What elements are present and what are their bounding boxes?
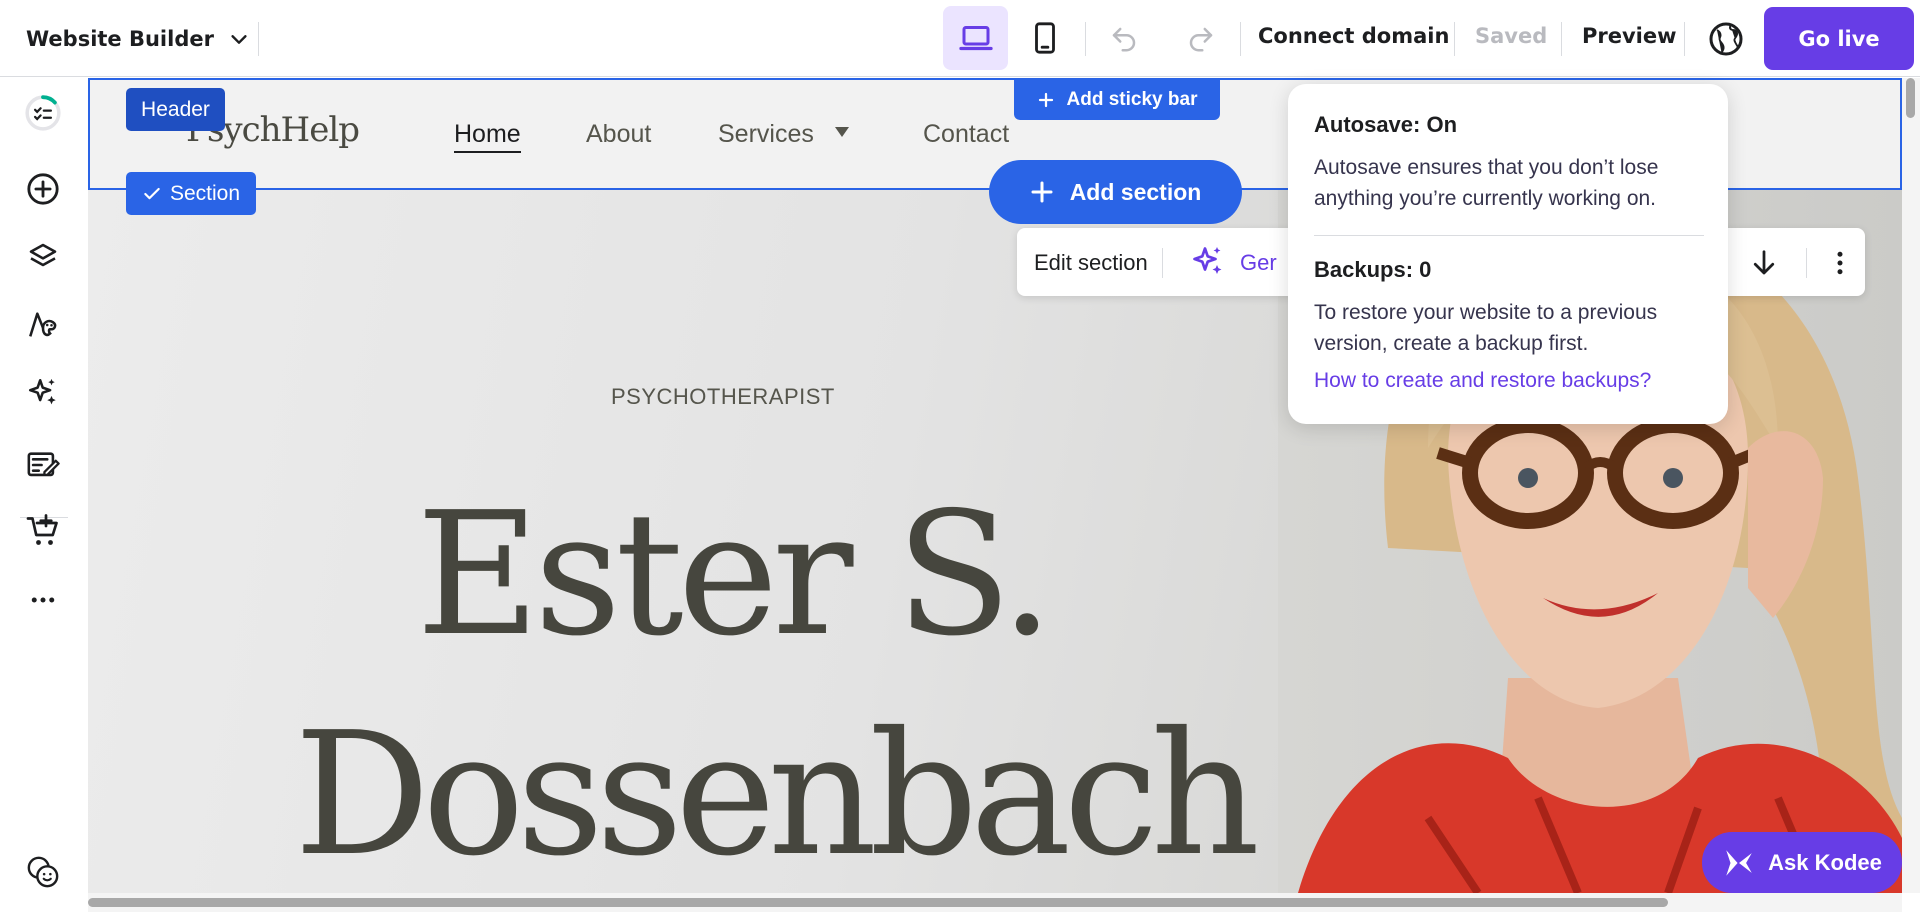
more-horizontal-icon	[31, 597, 55, 603]
arrow-down-icon	[1753, 250, 1775, 275]
hero-subtitle: PSYCHOTHERAPIST	[611, 384, 835, 409]
generate-button[interactable]: Ger	[1240, 250, 1277, 276]
backups-description: To restore your website to a previous ve…	[1314, 301, 1658, 355]
edit-section-button[interactable]: Edit section	[1034, 250, 1148, 276]
header-tag[interactable]: Header	[126, 88, 225, 131]
preview-button[interactable]: Preview	[1582, 24, 1677, 48]
section-tag[interactable]: Section	[126, 172, 256, 215]
top-bar: Website Builder Connect domain Saved Pre…	[0, 0, 1920, 77]
check-icon	[144, 187, 160, 199]
scrollbar-thumb[interactable]	[1906, 78, 1915, 118]
nav-link-about[interactable]: About	[586, 120, 651, 149]
add-section-label: Add section	[1069, 178, 1202, 205]
autosave-description: Autosave ensures that you don’t lose any…	[1314, 156, 1659, 210]
checklist-progress-icon	[25, 95, 61, 131]
divider	[1240, 22, 1241, 56]
kodee-icon	[1726, 849, 1752, 876]
nav-link-contact[interactable]: Contact	[923, 120, 1009, 149]
vertical-scrollbar[interactable]	[1902, 78, 1920, 893]
divider	[258, 22, 259, 56]
section-tag-label: Section	[169, 181, 241, 205]
layers-icon	[29, 243, 57, 267]
go-live-button[interactable]: Go live	[1764, 7, 1914, 70]
styles-button[interactable]	[20, 302, 66, 348]
layers-button[interactable]	[20, 234, 66, 280]
add-to-cart-icon	[26, 514, 58, 545]
nav-link-services[interactable]: Services	[718, 120, 814, 149]
popover-divider	[1314, 235, 1704, 236]
ai-sparkle-icon[interactable]	[1190, 244, 1226, 280]
edit-document-icon	[27, 452, 60, 477]
toolbar-divider	[1162, 248, 1163, 278]
divider	[1561, 22, 1562, 56]
plus-circle-icon	[27, 173, 59, 205]
divider	[1085, 22, 1086, 56]
hero-name-line-2: Dossenbach	[294, 696, 1260, 893]
ask-kodee-label: Ask Kodee	[1768, 849, 1882, 875]
add-element-button[interactable]	[20, 166, 66, 212]
ask-kodee-button[interactable]: Ask Kodee	[1702, 832, 1902, 893]
divider	[1684, 22, 1685, 56]
nav-link-home[interactable]: Home	[454, 120, 521, 153]
blog-button[interactable]	[20, 442, 66, 488]
laptop-icon	[958, 26, 993, 51]
backups-help-link[interactable]: How to create and restore backups?	[1314, 369, 1651, 393]
globe-icon	[1709, 22, 1743, 56]
more-options-button[interactable]	[1823, 246, 1857, 280]
backups-title: Backups: 0	[1314, 257, 1432, 282]
undo-button[interactable]	[1093, 14, 1155, 64]
phone-icon	[1034, 22, 1055, 54]
caret-down-icon[interactable]	[835, 127, 849, 137]
sparkles-icon	[28, 378, 56, 405]
feedback-faces-icon	[27, 856, 59, 888]
horizontal-scrollbar[interactable]	[88, 893, 1902, 912]
toolbar-divider	[1806, 248, 1807, 278]
store-button[interactable]	[20, 509, 66, 555]
app-title: Website Builder	[26, 27, 214, 51]
more-button[interactable]	[20, 577, 66, 623]
saved-status[interactable]: Saved	[1475, 24, 1547, 48]
desktop-view-button[interactable]	[943, 6, 1008, 70]
autosave-title: Autosave: On	[1314, 112, 1458, 137]
move-down-button[interactable]	[1747, 246, 1781, 280]
mobile-view-button[interactable]	[1012, 6, 1077, 70]
plus-icon	[1031, 181, 1053, 203]
divider	[1454, 22, 1455, 56]
connect-domain-button[interactable]: Connect domain	[1258, 24, 1449, 48]
add-section-button[interactable]: Add section	[989, 160, 1242, 224]
plus-icon	[1038, 92, 1053, 108]
add-sticky-bar-label: Add sticky bar	[1066, 89, 1198, 110]
palette-icon	[29, 312, 57, 337]
redo-button[interactable]	[1170, 14, 1232, 64]
left-sidebar	[0, 78, 88, 912]
feedback-button[interactable]	[20, 849, 66, 895]
autosave-popover: Autosave: On Autosave ensures that you d…	[1288, 84, 1728, 424]
redo-icon	[1189, 27, 1213, 52]
chevron-down-icon	[231, 35, 247, 44]
scrollbar-thumb[interactable]	[88, 898, 1668, 907]
undo-icon	[1112, 27, 1136, 52]
hero-name-line-1: Ester S.	[416, 476, 1054, 674]
ai-tools-button[interactable]	[20, 370, 66, 416]
more-vertical-icon	[1837, 251, 1843, 275]
language-button[interactable]	[1705, 18, 1747, 60]
checklist-progress-button[interactable]	[20, 90, 66, 136]
website-builder-menu[interactable]: Website Builder	[26, 22, 250, 56]
add-sticky-bar-button[interactable]: Add sticky bar	[1014, 80, 1220, 120]
